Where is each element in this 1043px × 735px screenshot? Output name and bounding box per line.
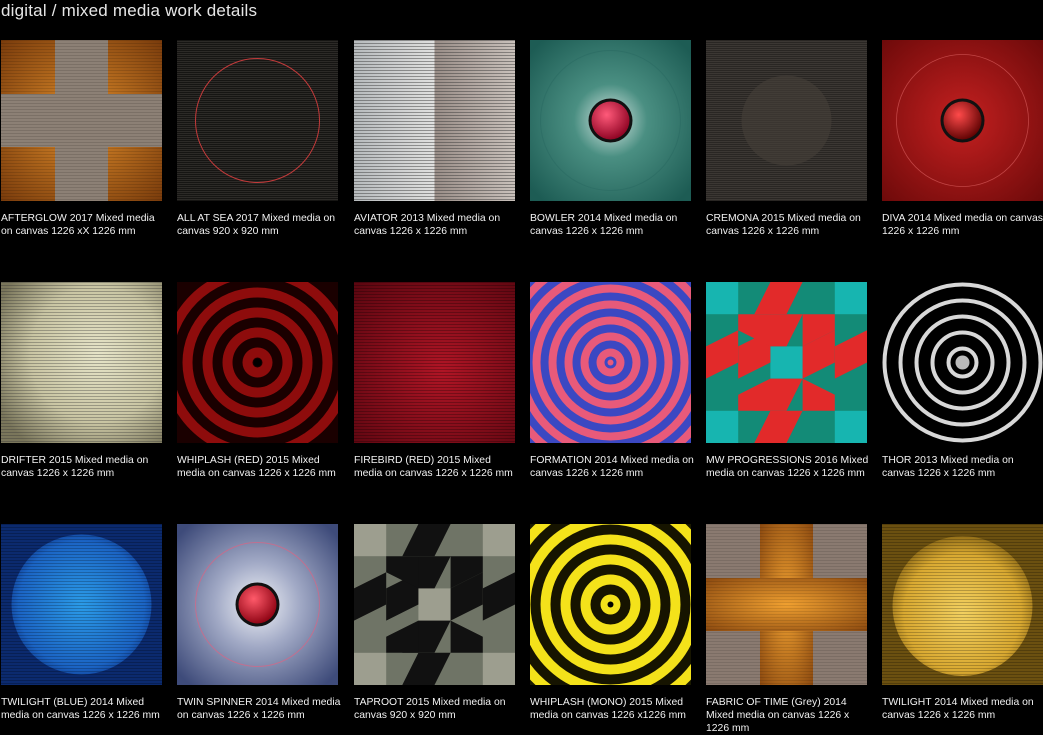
artwork-caption[interactable]: CREMONA 2015 Mixed media on canvas 1226 … [706, 212, 872, 238]
work-card-bowler[interactable]: BOWLER 2014 Mixed media on canvas 1226 x… [530, 40, 696, 238]
artwork-caption[interactable]: ALL AT SEA 2017 Mixed media on canvas 92… [177, 212, 343, 238]
artwork-thumbnail[interactable] [1, 524, 162, 685]
artwork-thumbnail[interactable] [706, 40, 867, 201]
artwork-thumbnail[interactable] [530, 40, 691, 201]
artwork-caption[interactable]: WHIPLASH (RED) 2015 Mixed media on canva… [177, 454, 343, 480]
artwork-caption[interactable]: THOR 2013 Mixed media on canvas 1226 x 1… [882, 454, 1043, 480]
work-card-twin-spinner[interactable]: TWIN SPINNER 2014 Mixed media on canvas … [177, 524, 343, 722]
work-card-thor[interactable]: THOR 2013 Mixed media on canvas 1226 x 1… [882, 282, 1043, 480]
work-card-fabric-of-time[interactable]: FABRIC OF TIME (Grey) 2014 Mixed media o… [706, 524, 872, 735]
artwork-caption[interactable]: TWIN SPINNER 2014 Mixed media on canvas … [177, 696, 343, 722]
work-card-drifter[interactable]: DRIFTER 2015 Mixed media on canvas 1226 … [1, 282, 167, 480]
artwork-caption[interactable]: BOWLER 2014 Mixed media on canvas 1226 x… [530, 212, 696, 238]
artwork-thumbnail[interactable] [1, 40, 162, 201]
artwork-thumbnail[interactable] [354, 282, 515, 443]
artwork-thumbnail[interactable] [882, 282, 1043, 443]
artwork-caption[interactable]: DRIFTER 2015 Mixed media on canvas 1226 … [1, 454, 167, 480]
artwork-thumbnail[interactable] [706, 282, 867, 443]
artwork-caption[interactable]: AFTERGLOW 2017 Mixed media on canvas 122… [1, 212, 167, 238]
artwork-caption[interactable]: FABRIC OF TIME (Grey) 2014 Mixed media o… [706, 696, 872, 735]
artwork-caption[interactable]: DIVA 2014 Mixed media on canvas 1226 x 1… [882, 212, 1043, 238]
artwork-thumbnail[interactable] [530, 282, 691, 443]
artwork-thumbnail[interactable] [354, 40, 515, 201]
work-card-formation[interactable]: FORMATION 2014 Mixed media on canvas 122… [530, 282, 696, 480]
work-card-twilight[interactable]: TWILIGHT 2014 Mixed media on canvas 1226… [882, 524, 1043, 722]
work-card-all-at-sea[interactable]: ALL AT SEA 2017 Mixed media on canvas 92… [177, 40, 343, 238]
artwork-caption[interactable]: TAPROOT 2015 Mixed media on canvas 920 x… [354, 696, 520, 722]
artwork-caption[interactable]: TWILIGHT (BLUE) 2014 Mixed media on canv… [1, 696, 167, 722]
work-card-whiplash-mono[interactable]: WHIPLASH (MONO) 2015 Mixed media on canv… [530, 524, 696, 722]
artwork-thumbnail[interactable] [177, 524, 338, 685]
artwork-caption[interactable]: WHIPLASH (MONO) 2015 Mixed media on canv… [530, 696, 696, 722]
work-card-firebird-red[interactable]: FIREBIRD (RED) 2015 Mixed media on canva… [354, 282, 520, 480]
artwork-thumbnail[interactable] [530, 524, 691, 685]
artwork-thumbnail[interactable] [1, 282, 162, 443]
work-card-diva[interactable]: DIVA 2014 Mixed media on canvas 1226 x 1… [882, 40, 1043, 238]
page-title: digital / mixed media work details [1, 1, 258, 20]
work-card-aviator[interactable]: AVIATOR 2013 Mixed media on canvas 1226 … [354, 40, 520, 238]
artwork-thumbnail[interactable] [882, 40, 1043, 201]
artwork-caption[interactable]: MW PROGRESSIONS 2016 Mixed media on canv… [706, 454, 872, 480]
artwork-thumbnail[interactable] [177, 40, 338, 201]
artwork-thumbnail[interactable] [354, 524, 515, 685]
artwork-caption[interactable]: TWILIGHT 2014 Mixed media on canvas 1226… [882, 696, 1043, 722]
artwork-caption[interactable]: FIREBIRD (RED) 2015 Mixed media on canva… [354, 454, 520, 480]
artwork-thumbnail[interactable] [706, 524, 867, 685]
work-card-afterglow[interactable]: AFTERGLOW 2017 Mixed media on canvas 122… [1, 40, 167, 238]
artwork-caption[interactable]: AVIATOR 2013 Mixed media on canvas 1226 … [354, 212, 520, 238]
work-card-mw-progressions[interactable]: MW PROGRESSIONS 2016 Mixed media on canv… [706, 282, 872, 480]
work-card-cremona[interactable]: CREMONA 2015 Mixed media on canvas 1226 … [706, 40, 872, 238]
work-card-whiplash-red[interactable]: WHIPLASH (RED) 2015 Mixed media on canva… [177, 282, 343, 480]
work-card-taproot[interactable]: TAPROOT 2015 Mixed media on canvas 920 x… [354, 524, 520, 722]
artwork-thumbnail[interactable] [177, 282, 338, 443]
artwork-thumbnail[interactable] [882, 524, 1043, 685]
work-card-twilight-blue[interactable]: TWILIGHT (BLUE) 2014 Mixed media on canv… [1, 524, 167, 722]
artwork-caption[interactable]: FORMATION 2014 Mixed media on canvas 122… [530, 454, 696, 480]
